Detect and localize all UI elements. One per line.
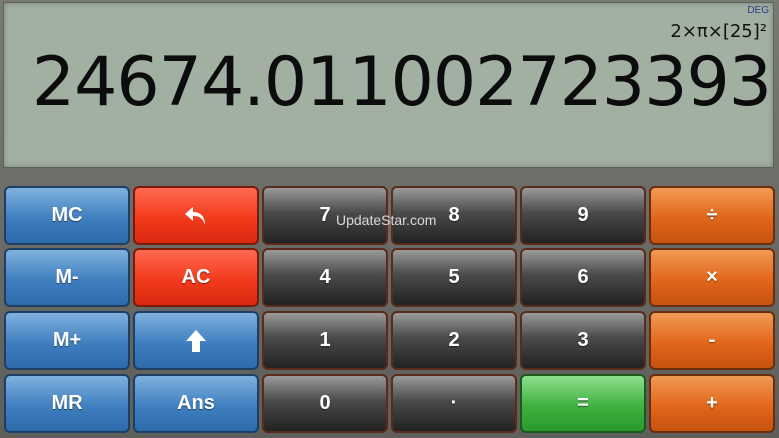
result-value: 24674.011002723393 xyxy=(31,43,772,122)
mc-button[interactable]: MC xyxy=(4,186,130,245)
digit-3-button[interactable]: 3 xyxy=(520,311,646,370)
m-plus-button[interactable]: M+ xyxy=(4,311,130,370)
mr-button[interactable]: MR xyxy=(4,374,130,433)
up-arrow-icon xyxy=(185,329,207,353)
digit-5-button[interactable]: 5 xyxy=(391,248,517,307)
equals-button[interactable]: = xyxy=(520,374,646,433)
divide-button[interactable]: ÷ xyxy=(649,186,775,245)
keypad: MC M- M+ MR AC Ans 7 4 1 0 8 5 2 · 9 6 3… xyxy=(4,186,777,436)
undo-arrow-icon xyxy=(183,205,209,227)
multiply-button[interactable]: × xyxy=(649,248,775,307)
subtract-button[interactable]: - xyxy=(649,311,775,370)
calculator-app: DEG 2×π×[25]² 24674.011002723393 MC M- M… xyxy=(0,0,779,438)
decimal-point-button[interactable]: · xyxy=(391,374,517,433)
add-button[interactable]: + xyxy=(649,374,775,433)
digit-1-button[interactable]: 1 xyxy=(262,311,388,370)
digit-8-button[interactable]: 8 xyxy=(391,186,517,245)
digit-6-button[interactable]: 6 xyxy=(520,248,646,307)
backspace-button[interactable] xyxy=(133,186,259,245)
ac-button[interactable]: AC xyxy=(133,248,259,307)
ans-button[interactable]: Ans xyxy=(133,374,259,433)
calculator-display: DEG 2×π×[25]² 24674.011002723393 xyxy=(3,2,774,168)
digit-7-button[interactable]: 7 xyxy=(262,186,388,245)
digit-0-button[interactable]: 0 xyxy=(262,374,388,433)
angle-mode-indicator: DEG xyxy=(747,5,769,16)
shift-button[interactable] xyxy=(133,311,259,370)
expression-line: 2×π×[25]² xyxy=(670,21,767,42)
digit-4-button[interactable]: 4 xyxy=(262,248,388,307)
m-minus-button[interactable]: M- xyxy=(4,248,130,307)
digit-2-button[interactable]: 2 xyxy=(391,311,517,370)
digit-9-button[interactable]: 9 xyxy=(520,186,646,245)
